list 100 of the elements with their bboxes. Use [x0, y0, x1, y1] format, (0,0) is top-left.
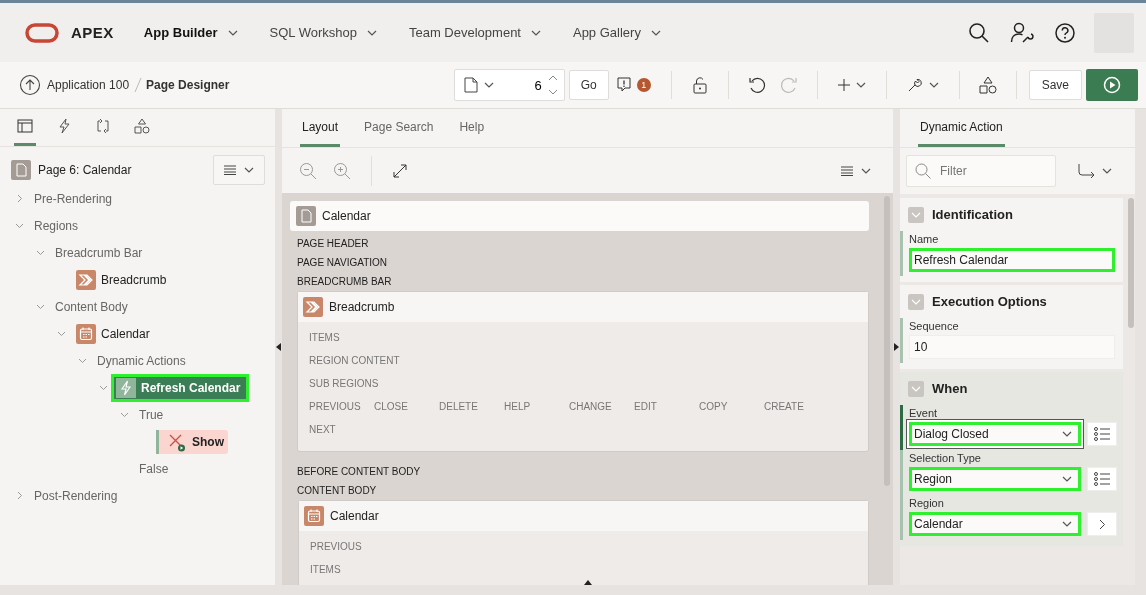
tree-item[interactable]: Dynamic Actions: [93, 349, 190, 372]
scrollbar[interactable]: [1128, 198, 1134, 328]
group-title: When: [932, 381, 968, 396]
slot-label: ITEMS: [309, 332, 341, 343]
warnings-button[interactable]: 1: [608, 73, 659, 97]
menu-icon: [224, 165, 238, 175]
tree-item[interactable]: Breadcrumb: [72, 268, 171, 291]
tree-item[interactable]: Content Body: [51, 295, 132, 318]
double-chevron-icon: [76, 269, 96, 290]
tree-item[interactable]: Post-Rendering: [30, 484, 122, 507]
tree-item[interactable]: Calendar: [72, 322, 154, 345]
tree-menu-button[interactable]: [213, 155, 265, 185]
field-label: Event: [909, 407, 939, 419]
caret-icon: [911, 211, 921, 218]
select-field[interactable]: Calendar: [909, 512, 1081, 536]
caret-icon: [227, 29, 238, 36]
chevron-icon: [1098, 518, 1106, 530]
help-icon[interactable]: [1054, 21, 1076, 44]
select-field[interactable]: Dialog Closed: [909, 422, 1081, 446]
nav-menu[interactable]: SQL Workshop: [269, 25, 377, 40]
slot-label: CLOSE: [374, 401, 409, 412]
wrench-icon: [906, 77, 923, 93]
shapes-icon: [134, 118, 150, 134]
collapse-toggle[interactable]: [908, 380, 924, 397]
alert-count: 1: [636, 78, 651, 92]
position-label: PAGE NAVIGATION: [296, 256, 388, 270]
slot-label: SUB REGIONS: [309, 378, 379, 389]
run-button[interactable]: [1086, 69, 1138, 101]
slot-label: DELETE: [439, 401, 479, 412]
tree-item[interactable]: Regions: [30, 214, 83, 237]
slash-separator: [134, 77, 143, 93]
text-field[interactable]: Refresh Calendar: [909, 248, 1115, 272]
zoom-in-icon[interactable]: [333, 161, 351, 180]
caret-icon: [366, 29, 377, 36]
caret-icon: [1102, 168, 1112, 174]
filter-field[interactable]: Filter: [906, 155, 1056, 187]
page-icon: [296, 206, 316, 226]
slot-label: PREVIOUS: [310, 541, 363, 552]
position-label: CONTENT BODY: [296, 484, 378, 498]
caret-icon: [928, 82, 939, 88]
play-icon: [1103, 76, 1121, 94]
panel-tab[interactable]: Help: [457, 120, 487, 147]
collapse-toggle[interactable]: [908, 206, 924, 223]
list-button[interactable]: [1087, 467, 1117, 491]
position-label: BREADCRUMB BAR: [296, 275, 393, 289]
select-field[interactable]: Region: [909, 467, 1081, 491]
tree-item[interactable]: Pre-Rendering: [30, 187, 117, 210]
position-label: PAGE HEADER: [296, 237, 370, 251]
tree-item[interactable]: True: [135, 403, 168, 426]
page-selector[interactable]: 6: [453, 69, 565, 101]
caret-icon: [1062, 431, 1072, 437]
list-icon: [1094, 427, 1110, 441]
tree-item[interactable]: Show: [156, 429, 228, 454]
product-name: APEX: [71, 24, 114, 41]
save-button[interactable]: Save: [1028, 70, 1082, 100]
undo-icon[interactable]: [747, 76, 766, 94]
caret-icon: [244, 167, 254, 173]
caret-icon: [483, 82, 494, 88]
slot-label: REGION CONTENT: [309, 355, 400, 366]
nav-menu[interactable]: App Gallery: [572, 25, 661, 40]
collapse-toggle[interactable]: [908, 293, 924, 310]
alert-icon: [616, 77, 631, 93]
panel-tab[interactable]: Layout: [300, 120, 341, 147]
document-icon: [463, 77, 478, 93]
tree-item[interactable]: Breadcrumb Bar: [51, 241, 147, 264]
nav-menu[interactable]: App Builder: [143, 25, 238, 40]
panel-tab[interactable]: Page Search: [362, 120, 436, 147]
tree-item[interactable]: False: [135, 457, 173, 480]
search-icon[interactable]: [968, 21, 990, 44]
slot-label: CHANGE: [569, 401, 613, 412]
slot-label: ITEMS: [310, 564, 342, 575]
caret-icon: [1062, 476, 1072, 482]
field-label: Region: [909, 497, 945, 509]
position-label: BEFORE CONTENT BODY: [296, 465, 422, 479]
group-title: Execution Options: [932, 294, 1047, 309]
field-label: Selection Type: [909, 452, 982, 464]
slot-label: CREATE: [764, 401, 805, 412]
page-card[interactable]: Calendar: [290, 201, 869, 231]
region-card[interactable]: Calendar PREVIOUS ITEMS: [298, 500, 869, 585]
region-card[interactable]: Breadcrumb ITEMS REGION CONTENT SUB REGIONS PREVIOUS CLOSE DELETE HELP CHANGE EDIT COPY CREATE NEXT: [297, 291, 869, 452]
collapse-handle-icon[interactable]: [584, 580, 592, 585]
page-title: Calendar: [322, 209, 371, 223]
region-title: Breadcrumb: [329, 300, 395, 314]
list-button[interactable]: [1087, 422, 1117, 446]
caret-icon: [1062, 521, 1072, 527]
go-button[interactable]: Go: [568, 70, 609, 100]
shapes-icon[interactable]: [978, 76, 997, 94]
text-field[interactable]: 10: [909, 335, 1115, 359]
logo-icon[interactable]: [25, 22, 59, 43]
breadcrumb-link[interactable]: Application 100: [47, 78, 130, 92]
group-title: Identification: [932, 207, 1013, 222]
expand-icon[interactable]: [392, 162, 408, 179]
nav-menu[interactable]: Team Development: [408, 25, 541, 40]
zoom-out-icon[interactable]: [299, 161, 317, 180]
slot-label: EDIT: [634, 401, 658, 412]
filter-input[interactable]: Filter: [938, 163, 1042, 179]
unlocked-padlock-icon[interactable]: [690, 76, 709, 94]
tree-item[interactable]: Refresh Calendar: [114, 376, 247, 399]
user-wrench-icon[interactable]: [1010, 21, 1034, 44]
menu-icon: [841, 165, 855, 176]
